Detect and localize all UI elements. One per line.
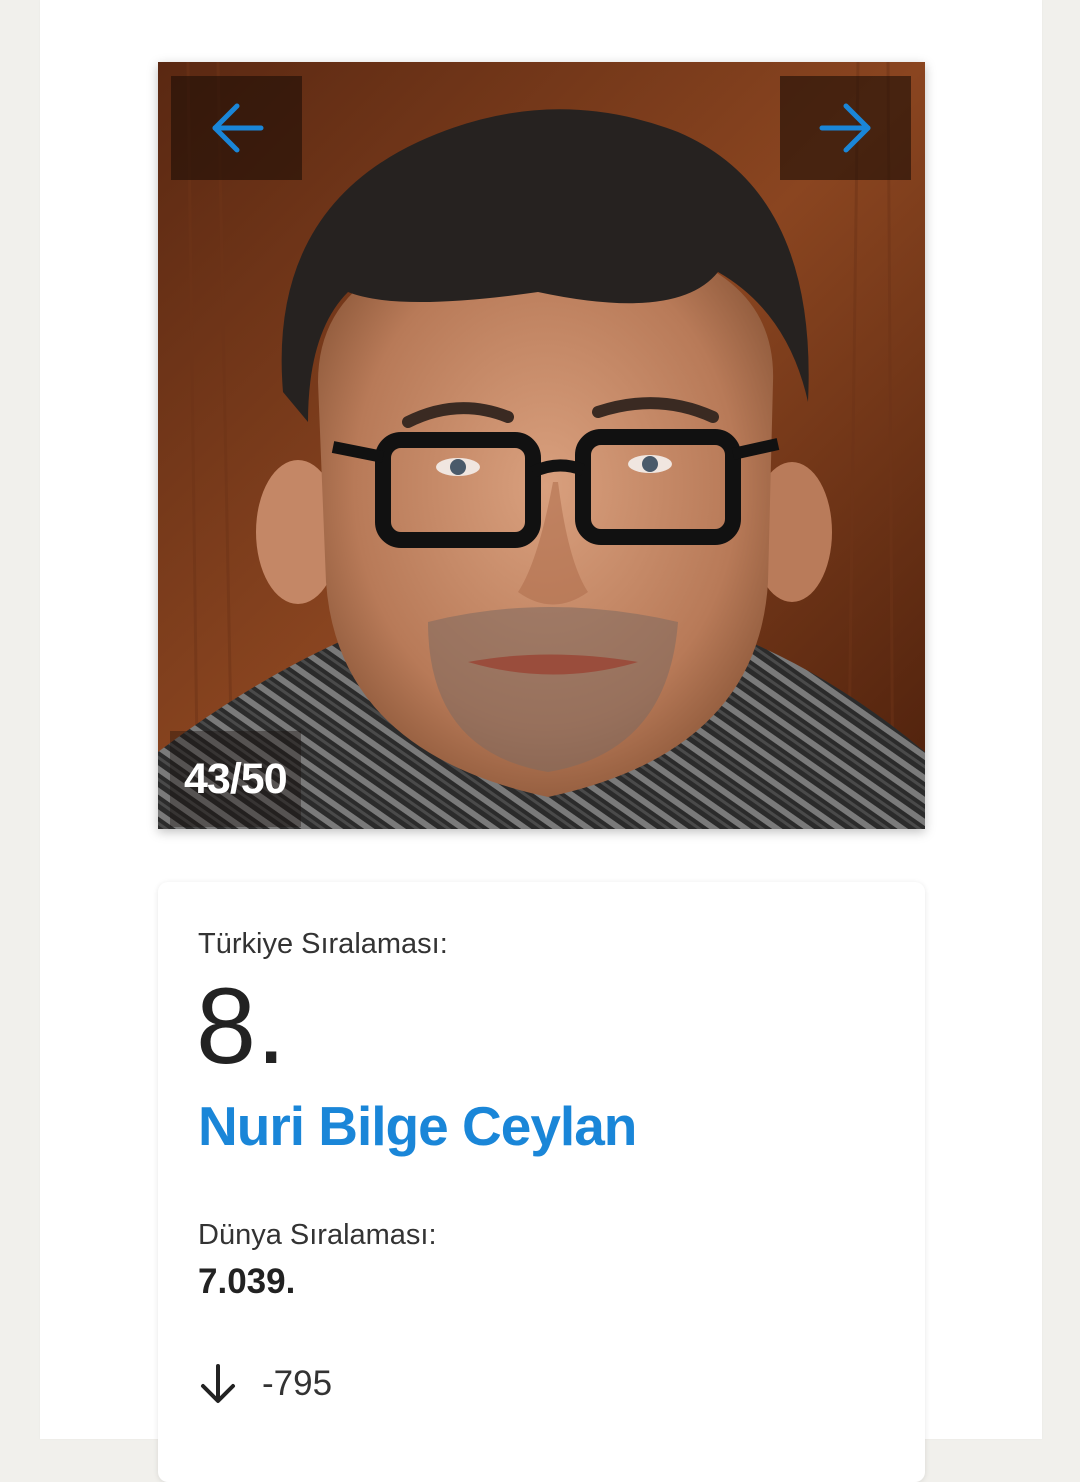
previous-button[interactable] [171,76,302,180]
arrow-right-icon [819,103,870,153]
next-button[interactable] [780,76,911,180]
slide-counter: 43/50 [170,731,301,827]
world-rank-label: Dünya Sıralaması: [198,1219,437,1251]
person-name-link[interactable]: Nuri Bilge Ceylan [198,1094,637,1158]
turkey-rank-label: Türkiye Sıralaması: [198,928,448,960]
turkey-rank-value: 8. [196,965,287,1086]
world-rank-value: 7.039. [198,1262,296,1301]
rank-change: -795 [198,1362,332,1406]
rank-info-card: Türkiye Sıralaması: 8. Nuri Bilge Ceylan… [158,882,925,1482]
rank-change-value: -795 [262,1364,333,1403]
arrow-down-icon [201,1364,235,1403]
arrow-left-icon [212,103,263,153]
